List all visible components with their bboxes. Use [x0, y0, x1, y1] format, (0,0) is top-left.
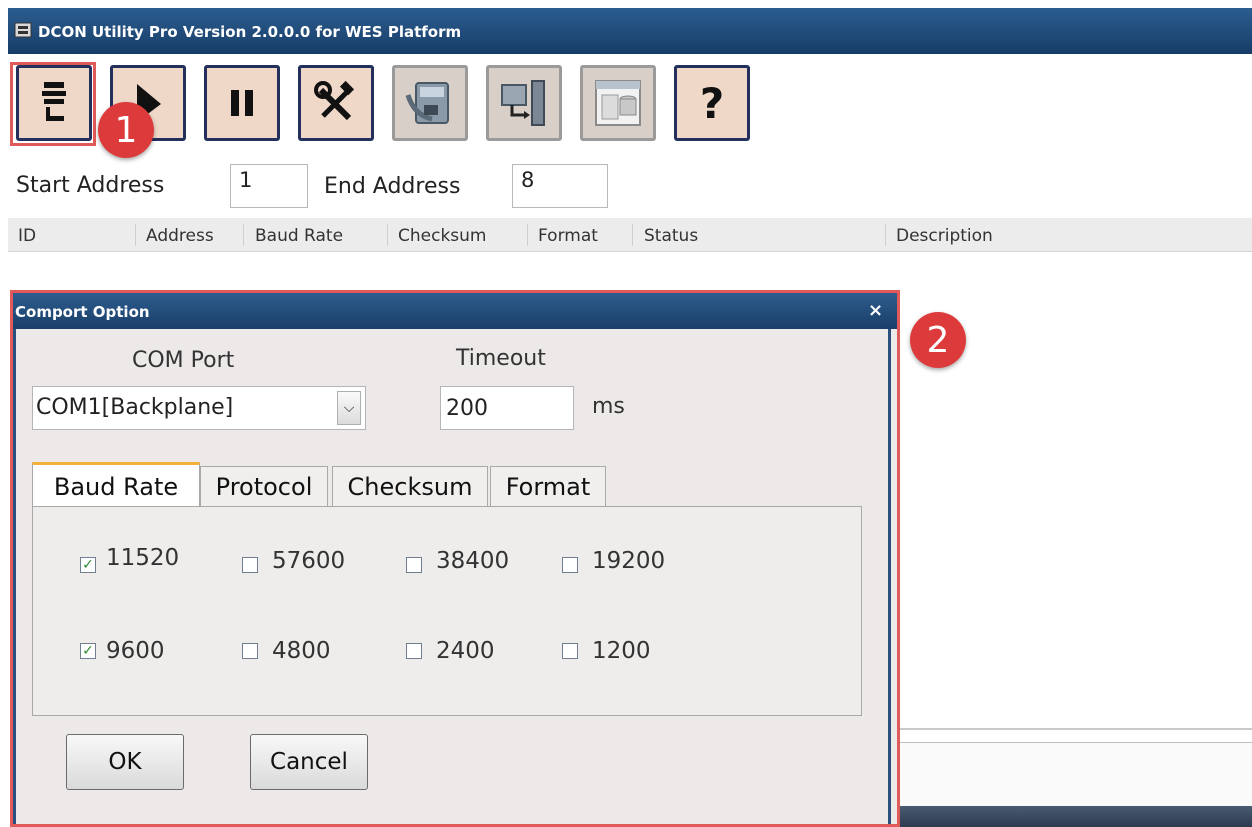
module-icon — [405, 82, 449, 124]
column-header-description[interactable]: Description — [896, 226, 993, 246]
window-title: DCON Utility Pro Version 2.0.0.0 for WES… — [38, 23, 462, 41]
tab-protocol[interactable]: Protocol — [200, 466, 328, 507]
help-icon: ? — [700, 79, 724, 128]
baud-11520-checkbox[interactable]: ✓ — [80, 557, 96, 573]
timeout-unit: ms — [592, 394, 625, 419]
dialog-title: Comport Option — [15, 303, 150, 321]
baud-57600-checkbox[interactable] — [242, 557, 258, 573]
list-bottom-border — [900, 728, 1252, 730]
column-divider — [387, 224, 388, 246]
tab-format[interactable]: Format — [490, 466, 606, 507]
timeout-value: 200 — [446, 396, 488, 421]
com-port-label: COM Port — [132, 348, 235, 373]
baud-4800-checkbox[interactable] — [242, 643, 258, 659]
end-address-label: End Address — [324, 174, 461, 199]
baud-2400-label: 2400 — [436, 638, 495, 664]
baud-1200-label: 1200 — [592, 638, 651, 664]
column-divider — [527, 224, 528, 246]
step-badge-2: 2 — [910, 312, 966, 368]
column-divider — [243, 224, 244, 246]
column-divider — [885, 224, 886, 246]
status-bar — [900, 806, 1252, 827]
baud-9600-label: 9600 — [106, 638, 165, 664]
end-address-input[interactable]: 8 — [512, 164, 608, 208]
app-icon — [14, 22, 32, 38]
baud-1200-checkbox[interactable] — [562, 643, 578, 659]
column-divider — [632, 224, 633, 246]
com-port-value: COM1[Backplane] — [36, 395, 234, 420]
column-header-baud-rate[interactable]: Baud Rate — [255, 226, 343, 246]
baud-57600-label: 57600 — [272, 548, 346, 574]
column-header-address[interactable]: Address — [146, 226, 214, 246]
log-panel — [900, 742, 1252, 808]
ok-button[interactable]: OK — [66, 734, 184, 790]
baud-38400-checkbox[interactable] — [406, 557, 422, 573]
cancel-button[interactable]: Cancel — [250, 734, 368, 790]
column-header-checksum[interactable]: Checksum — [398, 226, 487, 246]
svg-text:?: ? — [700, 79, 724, 128]
module-button[interactable] — [392, 65, 468, 141]
column-header-format[interactable]: Format — [538, 226, 598, 246]
pause-icon — [231, 90, 253, 116]
close-icon[interactable]: × — [868, 300, 883, 321]
io-icon — [501, 80, 545, 126]
baud-38400-label: 38400 — [436, 548, 510, 574]
baud-19200-checkbox[interactable] — [562, 557, 578, 573]
baud-2400-checkbox[interactable] — [406, 643, 422, 659]
chevron-down-icon[interactable]: ⌵ — [337, 391, 361, 425]
baud-19200-label: 19200 — [592, 548, 666, 574]
timeout-label: Timeout — [456, 346, 546, 371]
io-button[interactable] — [486, 65, 562, 141]
baud-4800-label: 4800 — [272, 638, 331, 664]
column-divider — [135, 224, 136, 246]
start-address-input[interactable]: 1 — [230, 164, 308, 208]
tools-icon — [314, 80, 355, 121]
database-window-button[interactable] — [580, 65, 656, 141]
column-header-status[interactable]: Status — [644, 226, 698, 246]
start-address-label: Start Address — [16, 173, 165, 198]
tab-baud-rate[interactable]: Baud Rate — [32, 462, 200, 508]
help-button[interactable]: ? — [674, 65, 750, 141]
highlight-box-1 — [10, 62, 96, 146]
column-header-id[interactable]: ID — [18, 226, 36, 246]
baud-11520-label: 11520 — [106, 545, 180, 571]
pause-button[interactable] — [204, 65, 280, 141]
database-window-icon — [595, 80, 641, 126]
baud-9600-checkbox[interactable]: ✓ — [80, 643, 96, 659]
tools-button[interactable] — [298, 65, 374, 141]
tab-checksum[interactable]: Checksum — [332, 466, 488, 507]
baud-rate-panel — [32, 506, 862, 716]
step-badge-1: 1 — [98, 102, 154, 158]
